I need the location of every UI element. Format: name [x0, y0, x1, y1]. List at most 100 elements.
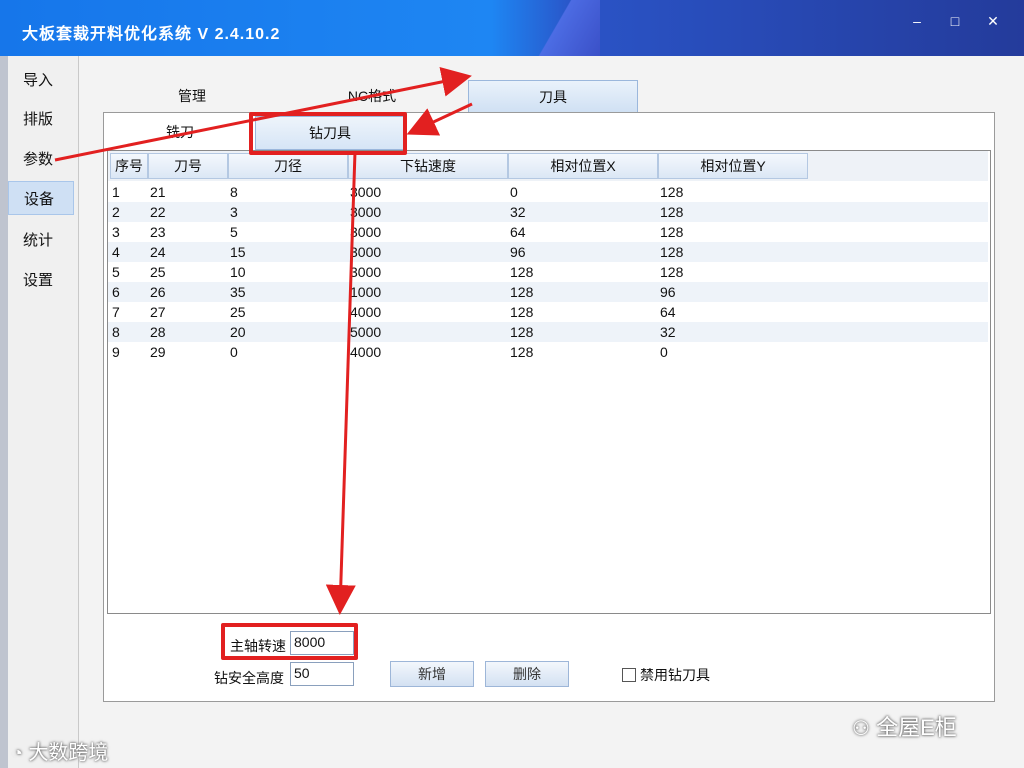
- table-row[interactable]: 8 28 20 5000 128 32: [108, 322, 988, 342]
- annotation-box-drill-tab: [249, 112, 407, 155]
- table-cell: 128: [660, 184, 684, 200]
- table-cell: 128: [510, 304, 534, 320]
- close-icon: ✕: [987, 12, 999, 29]
- table-cell: 35: [230, 284, 246, 300]
- drill-tool-table[interactable]: 序号 刀号 刀径 下钻速度 相对位置X 相对位置Y 1 21 8 3000 0 128 2 2…: [107, 150, 991, 614]
- table-cell: 4000: [350, 344, 382, 360]
- table-cell: 24: [150, 244, 166, 260]
- table-cell: 96: [510, 244, 526, 260]
- table-row[interactable]: 3 23 5 3000 64 128: [108, 222, 988, 242]
- nav-item-settings[interactable]: 设置: [8, 262, 74, 296]
- table-cell: 23: [150, 224, 166, 240]
- table-row[interactable]: 4 24 15 3000 96 128: [108, 242, 988, 262]
- table-cell: 128: [510, 264, 534, 280]
- table-cell: 15: [230, 244, 246, 260]
- table-cell: 3: [112, 224, 120, 240]
- table-cell: 1000: [350, 284, 382, 300]
- weibo-icon: ◔: [12, 743, 23, 763]
- safe-height-input[interactable]: 50: [290, 662, 354, 686]
- table-cell: 25: [230, 304, 246, 320]
- table-row[interactable]: 2 22 3 3000 32 128: [108, 202, 988, 222]
- table-row[interactable]: 9 29 0 4000 128 0: [108, 342, 988, 362]
- maximize-button[interactable]: □: [940, 10, 970, 32]
- minimize-icon: –: [913, 13, 921, 29]
- table-cell: 4: [112, 244, 120, 260]
- table-cell: 20: [230, 324, 246, 340]
- table-cell: 3000: [350, 264, 382, 280]
- table-cell: 5000: [350, 324, 382, 340]
- table-row[interactable]: 6 26 35 1000 128 96: [108, 282, 988, 302]
- nav-item-device[interactable]: 设备: [8, 181, 74, 215]
- table-cell: 5: [112, 264, 120, 280]
- table-cell: 64: [510, 224, 526, 240]
- table-cell: 9: [112, 344, 120, 360]
- table-cell: 8: [112, 324, 120, 340]
- table-cell: 21: [150, 184, 166, 200]
- col-header-pos-y[interactable]: 相对位置Y: [658, 153, 808, 179]
- minimize-button[interactable]: –: [902, 10, 932, 32]
- col-header-pos-x[interactable]: 相对位置X: [508, 153, 658, 179]
- table-cell: 0: [230, 344, 238, 360]
- table-cell: 2: [112, 204, 120, 220]
- tab-manage[interactable]: 管理: [150, 84, 234, 108]
- delete-button[interactable]: 删除: [485, 661, 569, 687]
- table-header: 序号 刀号 刀径 下钻速度 相对位置X 相对位置Y: [108, 151, 988, 181]
- table-cell: 64: [660, 304, 676, 320]
- tab-nc-format[interactable]: NC格式: [330, 84, 414, 108]
- table-cell: 8: [230, 184, 238, 200]
- nav-item-stats[interactable]: 统计: [8, 222, 74, 256]
- table-cell: 4000: [350, 304, 382, 320]
- table-cell: 28: [150, 324, 166, 340]
- table-cell: 25: [150, 264, 166, 280]
- table-cell: 0: [510, 184, 518, 200]
- table-cell: 128: [660, 224, 684, 240]
- table-cell: 3000: [350, 244, 382, 260]
- table-cell: 7: [112, 304, 120, 320]
- col-header-drill-speed[interactable]: 下钻速度: [348, 153, 508, 179]
- subtab-mill-cutter[interactable]: 铣刀: [140, 120, 220, 144]
- disable-drill-label: 禁用钻刀具: [640, 667, 710, 683]
- table-cell: 26: [150, 284, 166, 300]
- wechat-icon: ⚇: [852, 718, 870, 740]
- tab-tools[interactable]: 刀具: [468, 80, 638, 113]
- table-cell: 128: [510, 344, 534, 360]
- table-cell: 32: [660, 324, 676, 340]
- maximize-icon: □: [950, 13, 960, 29]
- col-header-tool-no[interactable]: 刀号: [148, 153, 228, 179]
- table-cell: 29: [150, 344, 166, 360]
- col-header-diameter[interactable]: 刀径: [228, 153, 348, 179]
- table-cell: 32: [510, 204, 526, 220]
- table-cell: 128: [660, 244, 684, 260]
- table-cell: 3: [230, 204, 238, 220]
- table-cell: 128: [510, 284, 534, 300]
- table-cell: 5: [230, 224, 238, 240]
- title-bar: 大板套裁开料优化系统 V 2.4.10.2 – □ ✕: [0, 0, 1024, 56]
- watermark-left: ◔ 大数跨境: [12, 742, 109, 764]
- table-row[interactable]: 7 27 25 4000 128 64: [108, 302, 988, 322]
- add-button[interactable]: 新增: [390, 661, 474, 687]
- window-title: 大板套裁开料优化系统 V 2.4.10.2: [22, 26, 281, 43]
- table-cell: 96: [660, 284, 676, 300]
- annotation-box-spindle: [221, 623, 358, 660]
- close-button[interactable]: ✕: [978, 10, 1008, 32]
- table-cell: 6: [112, 284, 120, 300]
- disable-drill-checkbox[interactable]: [622, 668, 636, 682]
- nav-item-layout[interactable]: 排版: [8, 101, 74, 135]
- table-row[interactable]: 5 25 10 3000 128 128: [108, 262, 988, 282]
- title-bar-decoration: [520, 0, 600, 56]
- table-cell: 10: [230, 264, 246, 280]
- table-cell: 3000: [350, 224, 382, 240]
- table-cell: 128: [660, 204, 684, 220]
- col-header-index[interactable]: 序号: [110, 153, 148, 179]
- table-cell: 3000: [350, 204, 382, 220]
- table-cell: 128: [510, 324, 534, 340]
- safe-height-label: 钻安全高度: [214, 670, 284, 686]
- nav-item-params[interactable]: 参数: [8, 141, 74, 175]
- table-row[interactable]: 1 21 8 3000 0 128: [108, 182, 988, 202]
- nav-item-import[interactable]: 导入: [8, 62, 74, 96]
- table-cell: 3000: [350, 184, 382, 200]
- left-nav-edge: [0, 56, 8, 768]
- table-cell: 27: [150, 304, 166, 320]
- table-cell: 0: [660, 344, 668, 360]
- watermark-right: ⚇ 全屋E柜: [852, 715, 957, 740]
